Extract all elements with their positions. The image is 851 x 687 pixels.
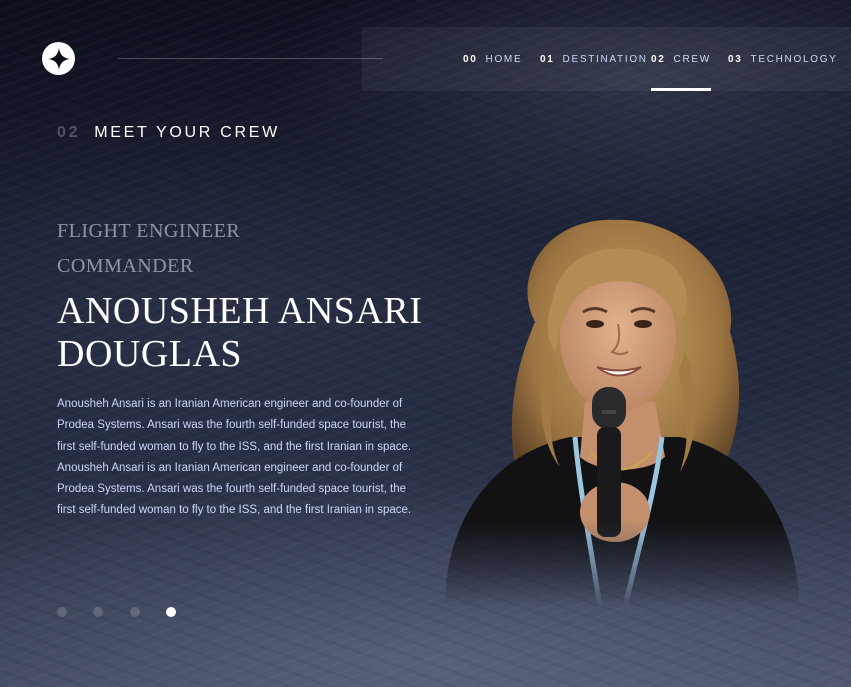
nav-item-crew[interactable]: 02 CREW — [651, 27, 711, 91]
nav-item-technology[interactable]: 03 TECHNOLOGY — [728, 27, 838, 91]
header-divider — [118, 58, 383, 59]
section-title: MEET YOUR CREW — [94, 124, 280, 141]
pagination-dot[interactable] — [93, 607, 103, 617]
section-number: 02 — [57, 124, 81, 141]
crew-bio: Anousheh Ansari is an Iranian American e… — [57, 398, 412, 517]
pagination-dot[interactable] — [57, 607, 67, 617]
crew-name-line1: ANOUSHEH ANSARI — [57, 290, 423, 332]
nav-item-destination[interactable]: 01 DESTINATION — [540, 27, 648, 91]
crew-portrait-image — [445, 219, 800, 607]
nav-number: 02 — [651, 53, 666, 65]
crew-role-secondary: COMMANDER — [57, 255, 194, 277]
page-title: 02 MEET YOUR CREW — [57, 124, 280, 142]
crew-role-primary: FLIGHT ENGINEER — [57, 220, 241, 242]
nav-label: TECHNOLOGY — [750, 53, 838, 65]
nav-item-home[interactable]: 00 HOME — [463, 27, 522, 91]
star-logo-icon[interactable] — [42, 42, 75, 75]
nav-number: 01 — [540, 53, 555, 65]
nav-number: 03 — [728, 53, 743, 65]
pagination-dot[interactable] — [130, 607, 140, 617]
crew-name-line2: DOUGLAS — [57, 333, 243, 375]
crew-name: ANOUSHEH ANSARI DOUGLAS — [57, 290, 422, 376]
nav-label: DESTINATION — [562, 53, 648, 65]
main-navigation: 00 HOME 01 DESTINATION 02 CREW 03 TECHNO… — [362, 27, 851, 91]
nav-label: HOME — [485, 53, 523, 65]
pagination-dot-active[interactable] — [166, 607, 176, 617]
nav-number: 00 — [463, 53, 478, 65]
nav-label: CREW — [673, 53, 711, 65]
